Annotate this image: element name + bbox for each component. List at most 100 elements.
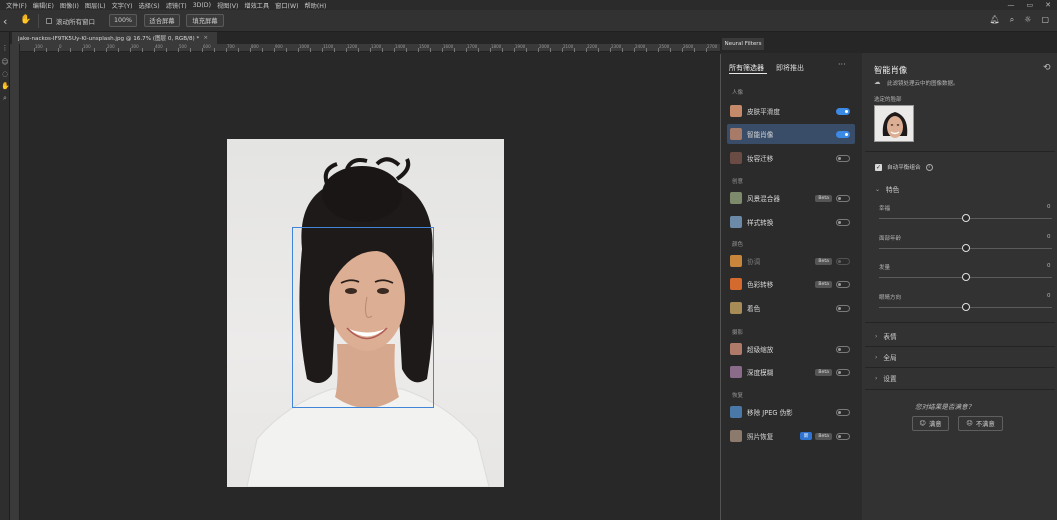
reset-icon[interactable]: ⟲ [1043,63,1051,73]
bell-icon[interactable]: 🔔︎ [990,15,1000,25]
filter-thumbnail-icon [730,105,742,117]
filter-row[interactable]: 风景混合器 Beta [727,188,855,208]
filter-toggle[interactable] [836,218,850,226]
ruler-label: 500 [179,44,187,49]
slider-handle[interactable] [961,244,970,252]
filter-toggle[interactable] [836,432,850,440]
face-tool-icon[interactable]: ☺ [1,58,9,66]
section-features[interactable]: ⌄ 特色 [875,184,899,195]
filter-toggle[interactable] [836,107,850,115]
window-controls: — ▭ ✕ [1008,0,1052,10]
slider-handle[interactable] [961,273,970,281]
filter-row[interactable]: 智能肖像 [727,124,855,144]
filter-toggle[interactable] [836,280,850,288]
ruler-label: 2200 [587,44,598,49]
menu-item[interactable]: 视图(V) [217,1,238,10]
fit-screen-button[interactable]: 适合屏幕 [144,14,180,27]
neural-filters-panel-tab[interactable]: Neural Filters [722,38,764,50]
menu-item[interactable]: 文件(F) [6,1,27,10]
fill-screen-button[interactable]: 填充屏幕 [186,14,224,27]
menu-item[interactable]: 增效工具 [244,1,269,10]
menu-item[interactable]: 图像(I) [60,1,79,10]
zoom-icon[interactable]: ⌕ [1,94,9,102]
document-title: jake-nackos-IF9TK5Uy-KI-unsplash.jpg @ 1… [18,36,200,42]
filter-thumbnail-icon [730,278,742,290]
filter-title: 智能肖像 [874,65,908,75]
filter-toggle[interactable] [836,194,850,202]
filter-toggle[interactable] [836,345,850,353]
filter-toggle[interactable] [836,304,850,312]
face-detection-box[interactable] [292,227,434,408]
workspace-icon[interactable]: ▢ [1041,15,1049,25]
filter-row[interactable]: 移除 JPEG 伪影 [727,402,855,422]
new-badge: 新 [799,432,813,440]
filter-row[interactable]: 超级缩放 [727,339,855,359]
menu-item[interactable]: 编辑(E) [33,1,54,10]
filter-toggle[interactable] [836,154,850,162]
ruler-label: 800 [251,44,259,49]
filter-row[interactable]: 色彩转移 Beta [727,274,855,294]
document-tab[interactable]: jake-nackos-IF9TK5Uy-KI-unsplash.jpg @ 1… [12,32,217,44]
filter-row[interactable]: 深度模糊 Beta [727,362,855,382]
menu-item[interactable]: 滤镜(T) [166,1,187,10]
brush-icon[interactable]: ◌ [1,70,9,78]
filter-row[interactable]: 样式转换 [727,212,855,232]
search-icon[interactable]: ⌕ [1010,15,1014,25]
filter-thumbnail-icon [730,302,742,314]
more-options-icon[interactable]: ··· [838,60,846,69]
filter-name: 风景混合器 [747,195,780,203]
filter-toggle[interactable] [836,130,850,138]
tab-coming-soon[interactable]: 即将推出 [776,63,804,73]
selected-face-thumbnail[interactable] [874,105,914,142]
ruler-label: 2700 [707,44,718,49]
menu-item[interactable]: 文字(Y) [112,1,133,10]
filter-row[interactable]: 妆容迁移 [727,148,855,168]
grip-icon[interactable]: ⋮ [1,44,9,52]
menu-item[interactable]: 窗口(W) [275,1,298,10]
hand-tool-icon[interactable]: ✋ [20,15,31,25]
section-settings[interactable]: › 设置 [875,373,897,384]
ruler-label: 100 [35,44,43,49]
lightbulb-icon[interactable]: ☼ [1024,15,1031,25]
filter-thumbnail-icon [730,216,742,228]
close-icon[interactable]: ✕ [1045,1,1051,9]
menu-bar: 文件(F) 编辑(E) 图像(I) 图层(L) 文字(Y) 选择(S) 滤镜(T) 3D(D)… [0,0,1057,10]
ruler-label: 600 [203,44,211,49]
unsatisfied-button[interactable]: ☹ 不满意 [958,416,1003,431]
section-expression[interactable]: › 表情 [875,331,897,342]
slider-handle[interactable] [961,303,970,311]
close-tab-icon[interactable]: × [203,35,208,41]
menu-item[interactable]: 帮助(H) [305,1,327,10]
filter-category-label: 创意 [732,179,744,185]
beta-badge: Beta [815,194,832,202]
filter-row[interactable]: 照片恢复 新 Beta [727,426,855,446]
ruler-label: 1200 [347,44,358,49]
tab-all-filters[interactable]: 所有筛选器 [729,63,764,73]
slider-handle[interactable] [961,214,970,222]
auto-balance-checkbox[interactable]: ✓ 自动平衡组合 i [875,163,933,171]
info-icon[interactable]: i [925,163,933,171]
scroll-all-windows-checkbox[interactable]: 滚动所有窗口 [46,16,95,26]
filter-toggle[interactable] [836,368,850,376]
ruler-label: 2600 [683,44,694,49]
satisfied-button[interactable]: ☺ 满意 [912,416,949,431]
zoom-value-field[interactable]: 100% [109,14,137,27]
menu-item[interactable]: 选择(S) [139,1,160,10]
menu-item[interactable]: 图层(L) [85,1,106,10]
filter-category-label: 摄影 [732,330,744,336]
chevron-down-icon: ⌄ [875,185,881,193]
filter-toggle[interactable] [836,257,850,265]
chevron-left-icon[interactable]: ‹ [3,15,7,28]
filter-row[interactable]: 着色 [727,298,855,318]
filter-row[interactable]: 皮肤平滑度 [727,101,855,121]
filter-row[interactable]: 协调 Beta [727,251,855,271]
menu-item[interactable]: 3D(D) [193,2,211,9]
checkbox-box[interactable] [46,18,52,24]
filter-name: 着色 [747,305,761,313]
section-global[interactable]: › 全局 [875,352,897,363]
checkmark-icon[interactable]: ✓ [875,163,882,171]
hand-icon[interactable]: ✋ [1,82,10,90]
maximize-icon[interactable]: ▭ [1027,1,1034,9]
minimize-icon[interactable]: — [1008,1,1015,9]
filter-toggle[interactable] [836,408,850,416]
